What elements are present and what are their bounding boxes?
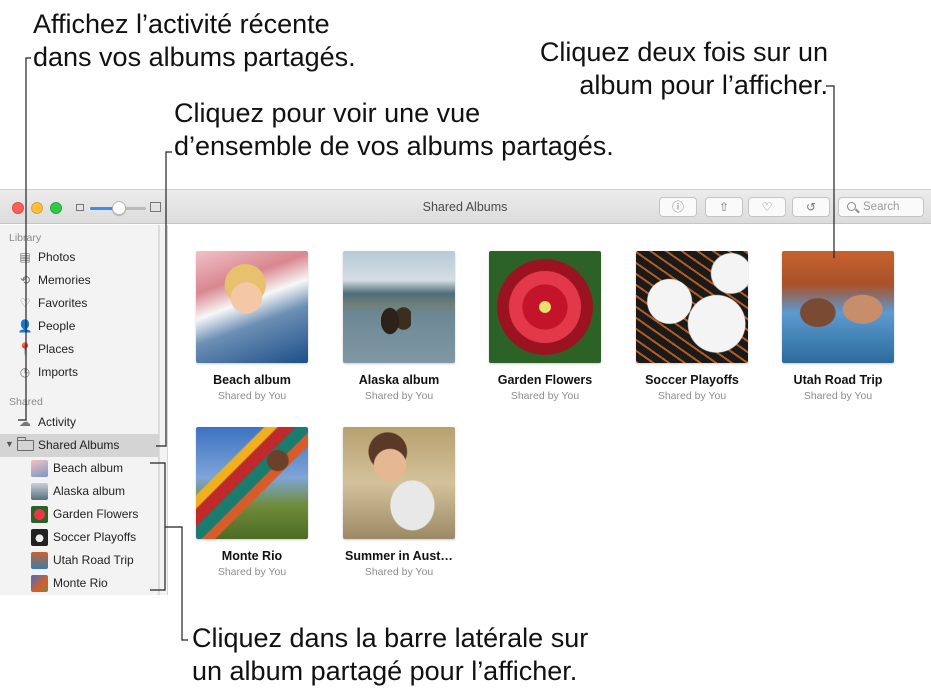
person-icon: 👤 [17,319,33,333]
album-title: Garden Flowers [497,373,593,387]
album-subtitle: Shared by You [657,390,727,402]
callout-overview-line-2: d’ensemble de vos albums partagés. [174,131,614,161]
sidebar-item-label: Soccer Playoffs [53,530,137,544]
memories-icon: ⟲ [19,273,31,287]
search-input[interactable]: Search [838,197,924,217]
sidebar-item-label: People [38,319,76,333]
zoom-slider-knob[interactable] [112,201,126,215]
sidebar-item-label: Monte Rio [53,576,108,590]
pin-icon: 📍 [17,342,33,356]
album-title: Utah Road Trip [793,373,883,387]
callout-sidebar: Cliquez dans la barre latérale sur un al… [192,622,588,688]
photos-window: Shared Albums ⓘ ⇧ ♡ ↺ Search Library ▤ P… [0,189,931,595]
callout-sidebar-line-1: Cliquez dans la barre latérale sur [192,623,589,653]
heart-icon: ♡ [761,200,773,214]
share-icon: ⇧ [718,200,730,214]
album-cover[interactable] [636,251,748,363]
sidebar-item-label: Places [38,342,75,356]
sidebar-item-label: Shared Albums [38,438,120,452]
sidebar-item-favorites[interactable]: ♡ Favorites [0,292,159,315]
sidebar-album-soccer-playoffs[interactable]: Soccer Playoffs [0,526,159,549]
callout-double-click-line-1: Cliquez deux fois sur un [539,37,828,67]
callout-double-click: Cliquez deux fois sur un album pour l’af… [500,36,828,102]
album-subtitle: Shared by You [217,566,287,578]
rotate-icon: ↺ [805,200,817,214]
callout-sidebar-line-2: un album partagé pour l’afficher. [192,656,578,686]
sidebar-item-label: Activity [38,415,77,429]
callout-activity-line-2: dans vos albums partagés. [33,42,356,72]
sidebar-album-beach[interactable]: Beach album [0,457,159,480]
album-thumbnail [31,529,48,546]
sidebar-album-monte-rio[interactable]: Monte Rio [0,572,159,595]
sidebar-item-photos[interactable]: ▤ Photos [0,246,159,269]
sidebar-item-label: Memories [38,273,91,287]
folder-icon [17,437,34,451]
share-button[interactable]: ⇧ [705,197,743,217]
callout-activity-line-1: Affichez l’activité récente [33,9,330,39]
album-title: Alaska album [358,373,440,387]
album-thumbnail [31,506,48,523]
disclosure-triangle-icon[interactable]: ▼ [5,439,14,449]
sidebar-item-label: Photos [38,250,76,264]
callout-overview: Cliquez pour voir une vue d’ensemble de … [174,97,614,163]
zoom-out-icon [76,204,84,211]
album-cover[interactable] [489,251,601,363]
album-cover[interactable] [196,427,308,539]
window-title: Shared Albums [422,200,508,214]
info-button[interactable]: ⓘ [659,197,697,217]
sidebar-item-people[interactable]: 👤 People [0,315,159,338]
close-window-button[interactable] [12,202,24,214]
album-subtitle: Shared by You [364,390,434,402]
album-title: Soccer Playoffs [645,373,739,387]
album-thumbnail [31,483,48,500]
album-subtitle: Shared by You [803,390,873,402]
minimize-window-button[interactable] [31,202,43,214]
zoom-slider-fill [90,207,114,210]
zoom-in-icon [150,202,161,212]
search-icon [847,202,856,211]
favorite-button[interactable]: ♡ [748,197,786,217]
sidebar-album-utah-road-trip[interactable]: Utah Road Trip [0,549,159,572]
album-cover[interactable] [196,251,308,363]
album-subtitle: Shared by You [217,390,287,402]
sidebar-album-alaska[interactable]: Alaska album [0,480,159,503]
callout-activity: Affichez l’activité récente dans vos alb… [33,8,356,74]
album-title: Summer in Aust… [345,549,453,563]
search-placeholder: Search [863,201,900,213]
fullscreen-window-button[interactable] [50,202,62,214]
sidebar-item-label: Alaska album [53,484,126,498]
album-thumbnail [31,575,48,592]
sidebar-item-shared-albums[interactable]: ▼ Shared Albums [0,434,159,457]
heart-icon: ♡ [19,296,31,310]
sidebar-item-label: Imports [38,365,79,379]
sidebar-item-label: Favorites [38,296,88,310]
album-subtitle: Shared by You [364,566,434,578]
album-cover[interactable] [782,251,894,363]
photos-icon: ▤ [19,250,31,264]
sidebar-item-memories[interactable]: ⟲ Memories [0,269,159,292]
sidebar-item-label: Garden Flowers [53,507,139,521]
sidebar-item-activity[interactable]: ☁ Activity [0,411,159,434]
album-title: Monte Rio [221,549,283,563]
shared-header: Shared [9,396,43,408]
album-thumbnail [31,460,48,477]
sidebar-item-label: Beach album [53,461,124,475]
clock-icon: ◷ [19,365,31,379]
sidebar-album-garden-flowers[interactable]: Garden Flowers [0,503,159,526]
info-icon: ⓘ [671,200,684,214]
sidebar: Library ▤ Photos ⟲ Memories ♡ Favorites … [0,225,168,595]
album-cover[interactable] [343,251,455,363]
library-header: Library [9,232,42,244]
album-cover[interactable] [343,427,455,539]
title-bar: Shared Albums ⓘ ⇧ ♡ ↺ Search [0,190,931,224]
callout-double-click-line-2: album pour l’afficher. [579,70,828,100]
rotate-button[interactable]: ↺ [792,197,830,217]
cloud-icon: ☁ [19,415,31,429]
sidebar-item-imports[interactable]: ◷ Imports [0,361,159,384]
sidebar-item-label: Utah Road Trip [53,553,134,567]
album-thumbnail [31,552,48,569]
album-subtitle: Shared by You [510,390,580,402]
album-title: Beach album [213,373,291,387]
sidebar-item-places[interactable]: 📍 Places [0,338,159,361]
